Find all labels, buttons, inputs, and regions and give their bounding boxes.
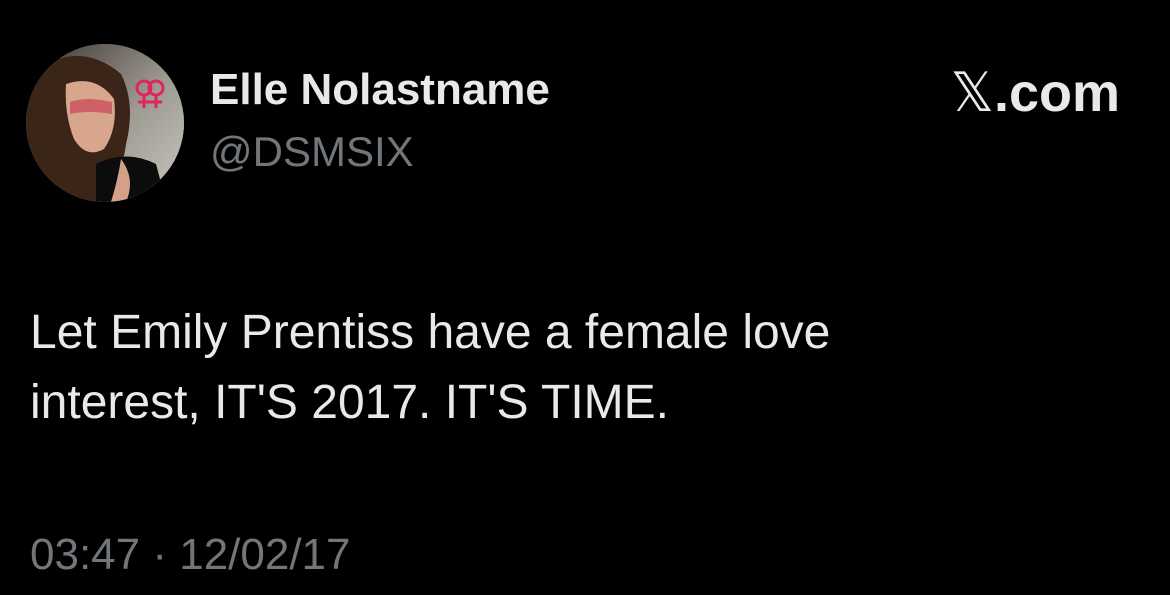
meta-separator: · [140, 530, 180, 579]
display-name[interactable]: Elle Nolastname [210, 64, 550, 116]
tweet-timestamp[interactable]: 03:47 · 12/02/17 [30, 528, 351, 582]
brand-suffix: .com [993, 63, 1120, 123]
tweet-time: 03:47 [30, 530, 141, 579]
tweet-text: Let Emily Prentiss have a female love in… [30, 298, 1130, 438]
tweet-text-line-1: Let Emily Prentiss have a female love [30, 306, 831, 359]
avatar-photo [26, 44, 184, 202]
user-handle[interactable]: @DSMSIX [210, 126, 550, 178]
x-brand-logo: 𝕏.com [950, 62, 1120, 124]
avatar[interactable] [26, 44, 184, 202]
tweet-text-line-2: interest, IT'S 2017. IT'S TIME. [30, 376, 669, 429]
x-logo-icon: 𝕏 [950, 61, 994, 124]
tweet-date: 12/02/17 [179, 530, 351, 579]
author-block: Elle Nolastname @DSMSIX [210, 64, 550, 178]
tweet-card: Elle Nolastname @DSMSIX 𝕏.com Let Emily … [0, 0, 1170, 595]
